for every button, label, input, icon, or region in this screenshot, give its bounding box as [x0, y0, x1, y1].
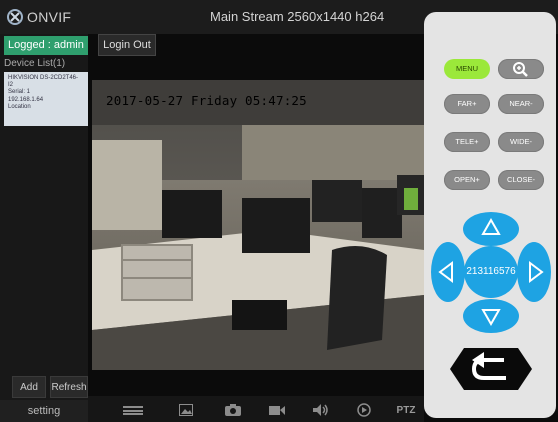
device-ip: 192.168.1.64: [8, 96, 44, 103]
back-button[interactable]: [450, 348, 532, 390]
stream-title: Main Stream 2560x1440 h264: [210, 9, 385, 24]
ptz-left-button[interactable]: [431, 242, 465, 302]
menu-icon[interactable]: [122, 402, 144, 418]
device-location: Location: [8, 103, 31, 110]
add-device-button[interactable]: Add: [12, 376, 46, 398]
iris-open-button[interactable]: OPEN+: [444, 170, 490, 190]
ptz-center-value: 213116576: [466, 266, 516, 277]
zoom-wide-button[interactable]: WIDE-: [498, 132, 544, 152]
volume-icon[interactable]: [312, 402, 330, 418]
device-serial: Serial: 1: [8, 89, 31, 96]
focus-far-button[interactable]: FAR+: [444, 94, 490, 114]
device-model: HIKVISION DS-2CD2T46-: [8, 75, 79, 81]
record-icon[interactable]: [268, 402, 286, 418]
iris-close-button[interactable]: CLOSE-: [498, 170, 544, 190]
play-icon[interactable]: [356, 402, 372, 418]
device-list-label: Device List(1): [4, 58, 66, 69]
ptz-panel: MENU FAR+ NEAR- TELE+ WIDE- OPEN+ CLOSE-: [424, 12, 556, 418]
bottom-toolbar: PTZ: [88, 396, 424, 422]
video-feed[interactable]: [92, 80, 424, 370]
menu-button[interactable]: MENU: [444, 59, 490, 79]
zoom-icon: [513, 62, 528, 77]
video-timestamp: 2017-05-27 Friday 05:47:25: [106, 93, 307, 108]
zoom-button[interactable]: [498, 59, 544, 79]
login-out-button[interactable]: Login Out: [98, 34, 156, 56]
sidebar: Logged : admin Device List(1) HIKVISION …: [0, 34, 88, 422]
camera-icon[interactable]: [224, 402, 242, 418]
app-logo: ONVIF: [6, 8, 71, 26]
ptz-up-button[interactable]: [463, 212, 519, 246]
image-icon[interactable]: [178, 402, 194, 418]
ptz-right-button[interactable]: [517, 242, 551, 302]
app-name: ONVIF: [27, 9, 72, 25]
onvif-logo-icon: [7, 9, 23, 25]
refresh-button[interactable]: Refresh: [50, 376, 88, 398]
video-frame-image: [92, 80, 424, 370]
ptz-label: PTZ: [396, 404, 416, 416]
ptz-button[interactable]: PTZ: [394, 402, 418, 418]
device-model-suffix: I2: [8, 82, 14, 89]
ptz-down-button[interactable]: [463, 299, 519, 333]
setting-button[interactable]: setting: [0, 400, 88, 422]
zoom-tele-button[interactable]: TELE+: [444, 132, 490, 152]
logged-in-badge: Logged : admin: [4, 36, 88, 55]
device-list-item[interactable]: HIKVISION DS-2CD2T46- I2 Serial: 1 192.1…: [4, 72, 88, 126]
focus-near-button[interactable]: NEAR-: [498, 94, 544, 114]
